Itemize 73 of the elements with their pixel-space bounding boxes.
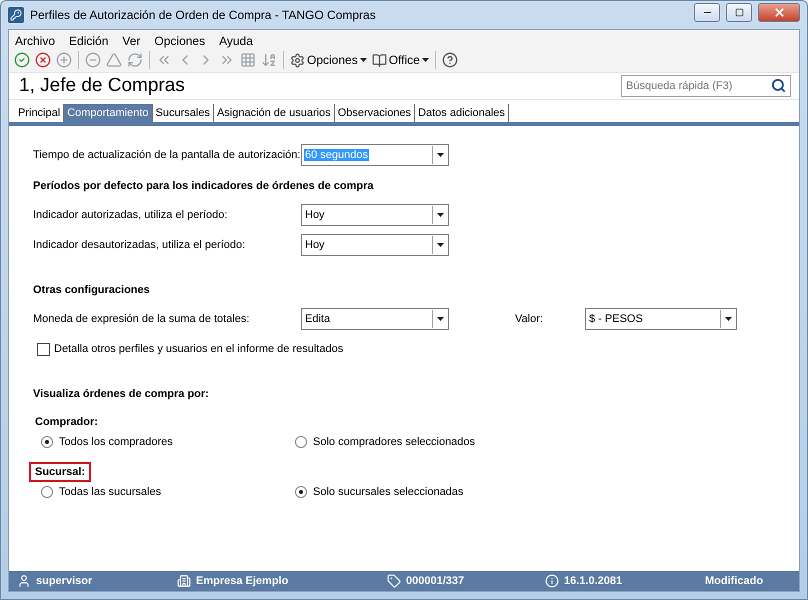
triangle-icon[interactable] [105, 52, 123, 68]
app-icon [8, 7, 24, 23]
refresh-icon[interactable] [126, 52, 144, 68]
tab[interactable]: Sucursales [152, 104, 214, 122]
caret-icon [725, 317, 732, 321]
menu-item[interactable]: Ayuda [219, 34, 253, 48]
radio-label: Todas las sucursales [59, 486, 162, 498]
radio-button[interactable] [295, 436, 307, 448]
record-title: 1, Jefe de Compras [19, 75, 185, 97]
radio-button[interactable] [41, 486, 53, 498]
caret-icon [422, 58, 429, 62]
status-user: supervisor [36, 575, 92, 587]
checkbox[interactable] [37, 342, 50, 356]
tag-icon [387, 574, 401, 588]
radio-label: Solo compradores seleccionados [313, 436, 476, 448]
help-icon[interactable] [440, 52, 459, 68]
info-icon [545, 574, 559, 588]
grid-icon[interactable] [239, 52, 257, 68]
menu-item[interactable]: Opciones [154, 34, 206, 48]
dropdown[interactable]: Edita [301, 308, 449, 330]
add-icon[interactable] [55, 52, 73, 68]
section-heading: Visualiza órdenes de compra por: [33, 388, 210, 400]
radio-button[interactable] [295, 486, 307, 498]
book-icon [372, 52, 387, 68]
office-button[interactable]: Office [370, 52, 430, 68]
remove-icon[interactable] [84, 52, 102, 68]
field-label: Moneda de expresión de la suma de totales: [33, 313, 250, 325]
dropdown[interactable]: Hoy [301, 204, 449, 226]
caret-icon [437, 243, 444, 247]
options-button[interactable]: Opciones [289, 52, 368, 68]
tab[interactable]: Observaciones [334, 104, 416, 122]
radio-label: Solo sucursales seleccionadas [313, 486, 464, 498]
status-version: 16.1.0.2081 [564, 575, 622, 587]
caret-icon [437, 317, 444, 321]
group-label: Comprador: [34, 415, 99, 430]
user-icon [17, 574, 31, 588]
gear-icon [290, 52, 305, 68]
field-label: Valor: [515, 313, 544, 325]
dropdown[interactable]: $ - PESOS [585, 308, 737, 330]
field-label: Indicador desautorizadas, utiliza el período: [33, 239, 246, 251]
close-button[interactable] [758, 2, 800, 22]
sort-icon[interactable] [260, 52, 278, 68]
caret-icon [437, 153, 444, 157]
caret-icon [437, 213, 444, 217]
radio-button[interactable] [41, 436, 53, 448]
search-icon[interactable] [771, 78, 786, 93]
checkbox-label: Detalla otros perfiles y usuarios en el informe de resultados [54, 343, 344, 355]
radio-label: Todos los compradores [59, 436, 173, 448]
menu-item[interactable]: Archivo [15, 34, 56, 48]
section-heading: Otras configuraciones [33, 284, 151, 296]
maximize-icon [734, 8, 744, 16]
menu-item[interactable]: Edición [69, 34, 108, 48]
minimize-button[interactable] [694, 2, 720, 22]
close-icon [772, 6, 786, 18]
status-state: Modificado [705, 575, 764, 587]
status-license: 000001/337 [406, 575, 464, 587]
status-company: Empresa Ejemplo [196, 575, 288, 587]
section-heading: Períodos por defecto para los indicadores de órdenes de compra [33, 180, 374, 192]
window-title: Perfiles de Autorización de Orden de Compra - TANGO Compras [30, 8, 377, 22]
cancel-icon[interactable] [34, 52, 52, 68]
search-field[interactable]: Búsqueda rápida (F3) [621, 75, 791, 97]
tab[interactable]: Datos adicionales [415, 104, 509, 122]
confirm-icon[interactable] [13, 52, 31, 68]
field-label: Tiempo de actualización de la pantalla de autorización: [33, 149, 301, 161]
field-label: Indicador autorizadas, utiliza el período: [33, 209, 228, 221]
menu-item[interactable]: Ver [122, 34, 140, 48]
tab[interactable]: Comportamiento [64, 104, 153, 122]
group-label: Sucursal: [29, 462, 92, 482]
building-icon [177, 574, 191, 588]
tab[interactable]: Asignación de usuarios [214, 104, 335, 122]
maximize-button[interactable] [726, 2, 752, 22]
dropdown[interactable]: Hoy [301, 234, 449, 256]
caret-icon [360, 58, 367, 62]
